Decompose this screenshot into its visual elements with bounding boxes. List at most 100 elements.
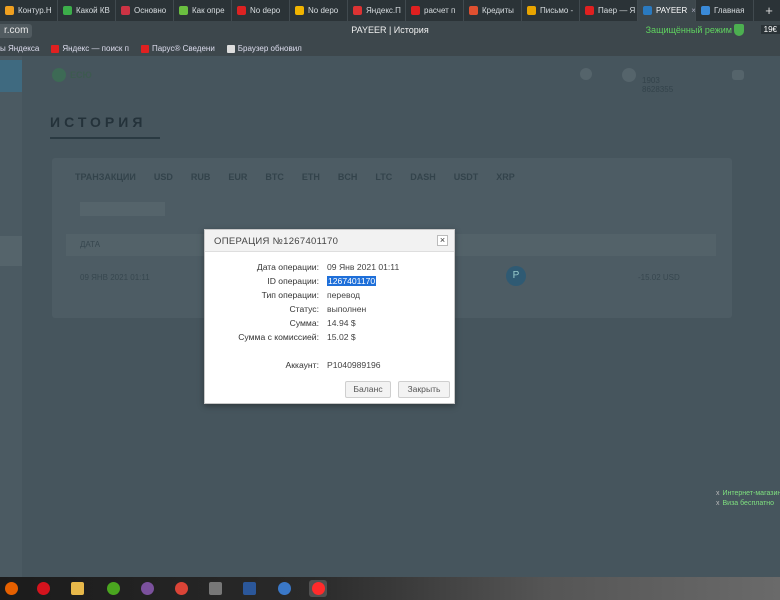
currency-tab[interactable]: BTC bbox=[265, 172, 284, 182]
balance-button[interactable]: Баланс bbox=[345, 381, 391, 398]
export-button[interactable] bbox=[80, 202, 165, 216]
bookmark-label: Парус® Сведени bbox=[151, 44, 215, 53]
browser-tab[interactable]: расчет п bbox=[406, 0, 464, 21]
payeer-logo: ЕСЮ bbox=[52, 68, 108, 82]
file-explorer-icon[interactable] bbox=[68, 580, 86, 597]
yandex-browser-icon[interactable] bbox=[309, 580, 327, 597]
secure-mode-label[interactable]: Защищённый режим bbox=[646, 25, 732, 35]
detail-value[interactable]: 14.94 $ bbox=[327, 318, 356, 328]
viber-icon[interactable] bbox=[138, 580, 156, 597]
dismiss-icon[interactable]: x bbox=[716, 490, 720, 497]
browser-tab[interactable]: Главная bbox=[696, 0, 754, 21]
sidebar-item-active[interactable] bbox=[0, 60, 22, 92]
row-date[interactable]: 09 ЯНВ 2021 01:11 bbox=[80, 273, 150, 282]
browser-tab[interactable]: Основно bbox=[116, 0, 174, 21]
settings-icon[interactable] bbox=[580, 68, 592, 80]
detail-value[interactable]: выполнен bbox=[327, 304, 366, 314]
dismiss-icon[interactable]: x bbox=[716, 500, 720, 507]
browser-tab[interactable]: No depo bbox=[290, 0, 348, 21]
browser-tab[interactable]: Какой КВ bbox=[58, 0, 116, 21]
avatar bbox=[622, 68, 636, 82]
account-row: Аккаунт: P1040989196 bbox=[205, 360, 456, 374]
tab-favicon-icon bbox=[5, 6, 14, 15]
tab-label: Основно bbox=[134, 6, 167, 15]
currency-tab[interactable]: USDT bbox=[454, 172, 479, 182]
word-icon[interactable] bbox=[240, 580, 258, 597]
word-icon-glyph bbox=[242, 582, 256, 595]
currency-tab[interactable]: USD bbox=[154, 172, 173, 182]
tab-favicon-icon bbox=[63, 6, 72, 15]
browser-tab[interactable]: No depo bbox=[232, 0, 290, 21]
detail-value[interactable]: 09 Янв 2021 01:11 bbox=[327, 262, 399, 272]
detail-value[interactable]: 15.02 $ bbox=[327, 332, 356, 342]
tab-favicon-icon bbox=[121, 6, 130, 15]
date-column-header: ДАТА bbox=[80, 240, 101, 249]
network-icon[interactable] bbox=[275, 580, 293, 597]
tab-favicon-icon bbox=[643, 6, 652, 15]
tab-favicon-icon bbox=[295, 6, 304, 15]
account-label: Аккаунт: bbox=[285, 360, 320, 370]
bookmark-favicon-icon bbox=[51, 44, 60, 53]
tab-label: расчет п bbox=[424, 6, 456, 15]
account-value[interactable]: P1040989196 bbox=[327, 360, 381, 370]
chrome-icon[interactable] bbox=[172, 580, 190, 597]
currency-tab[interactable]: DASH bbox=[410, 172, 436, 182]
bookmark-item[interactable]: ы Яндекса bbox=[0, 44, 39, 53]
detail-value[interactable]: 1267401170 bbox=[327, 276, 377, 286]
browser-tab[interactable]: Паер — Я bbox=[580, 0, 638, 21]
firefox-icon-glyph bbox=[4, 582, 18, 595]
sidebar-item[interactable] bbox=[0, 236, 22, 266]
calculator-icon[interactable] bbox=[206, 580, 224, 597]
utorrent-icon[interactable] bbox=[104, 580, 122, 597]
browser-tab[interactable]: Как опре bbox=[174, 0, 232, 21]
left-sidebar bbox=[0, 56, 22, 577]
opera-icon[interactable] bbox=[34, 580, 52, 597]
bookmarks-bar: ы Яндекса Яндекс — поиск п Парус® Сведени Б… bbox=[0, 41, 780, 56]
bookmark-label: Яндекс — поиск п bbox=[62, 44, 129, 53]
new-tab-button[interactable]: + bbox=[758, 0, 780, 21]
currency-tab[interactable]: RUB bbox=[191, 172, 211, 182]
side-link-label: Виза бесплатно bbox=[722, 500, 775, 507]
currency-tab[interactable]: ТРАНЗАКЦИИ bbox=[75, 172, 136, 182]
close-button[interactable]: Закрыть bbox=[398, 381, 450, 398]
browser-tab[interactable]: Кредиты bbox=[464, 0, 522, 21]
detail-label: Статус: bbox=[289, 304, 319, 314]
currency-tab[interactable]: LTC bbox=[375, 172, 392, 182]
detail-row: Сумма: 14.94 $ bbox=[205, 318, 456, 332]
side-link[interactable]: x Интернет-магазин bbox=[716, 489, 780, 499]
currency-tab[interactable]: XRP bbox=[496, 172, 515, 182]
bookmark-label: ы Яндекса bbox=[0, 44, 40, 53]
payeer-badge-icon: P bbox=[506, 266, 526, 286]
tab-favicon-icon bbox=[237, 6, 246, 15]
browser-tab[interactable]: PAYEER × bbox=[638, 0, 696, 21]
row-amount: -15.02 USD bbox=[638, 273, 680, 282]
bookmark-item[interactable]: Парус® Сведени bbox=[140, 44, 215, 53]
utorrent-icon-glyph bbox=[106, 582, 120, 595]
currency-tab[interactable]: ETH bbox=[302, 172, 320, 182]
favorites-icon[interactable] bbox=[732, 70, 744, 80]
currency-tab[interactable]: EUR bbox=[228, 172, 247, 182]
browser-tab[interactable]: Яндекс.П bbox=[348, 0, 406, 21]
detail-label: Дата операции: bbox=[256, 262, 319, 272]
tab-favicon-icon bbox=[411, 6, 420, 15]
bookmark-item[interactable]: Браузер обновил bbox=[226, 44, 302, 53]
shield-icon[interactable] bbox=[734, 24, 744, 36]
tab-favicon-icon bbox=[353, 6, 362, 15]
currency-tab[interactable]: BCH bbox=[338, 172, 358, 182]
bookmark-item[interactable]: Яндекс — поиск п bbox=[51, 44, 129, 53]
tab-favicon-icon bbox=[527, 6, 536, 15]
heading-underline bbox=[50, 137, 160, 139]
side-link[interactable]: x Виза бесплатно bbox=[716, 499, 780, 509]
detail-label: Сумма: bbox=[289, 318, 319, 328]
bookmark-label: Браузер обновил bbox=[237, 44, 302, 53]
counter-badge[interactable]: 19€ bbox=[760, 25, 780, 34]
browser-tab[interactable]: Контур.Н bbox=[0, 0, 58, 21]
close-icon[interactable]: × bbox=[437, 235, 448, 246]
tab-favicon-icon bbox=[179, 6, 188, 15]
browser-tab[interactable]: Письмо - bbox=[522, 0, 580, 21]
operation-dialog: ОПЕРАЦИЯ №1267401170 × Дата операции: 09 … bbox=[204, 229, 455, 404]
detail-value[interactable]: перевод bbox=[327, 290, 360, 300]
user-account[interactable]: 1903 8628355 bbox=[622, 68, 692, 94]
tab-label: Письмо - bbox=[540, 6, 574, 15]
firefox-icon[interactable] bbox=[2, 580, 20, 597]
